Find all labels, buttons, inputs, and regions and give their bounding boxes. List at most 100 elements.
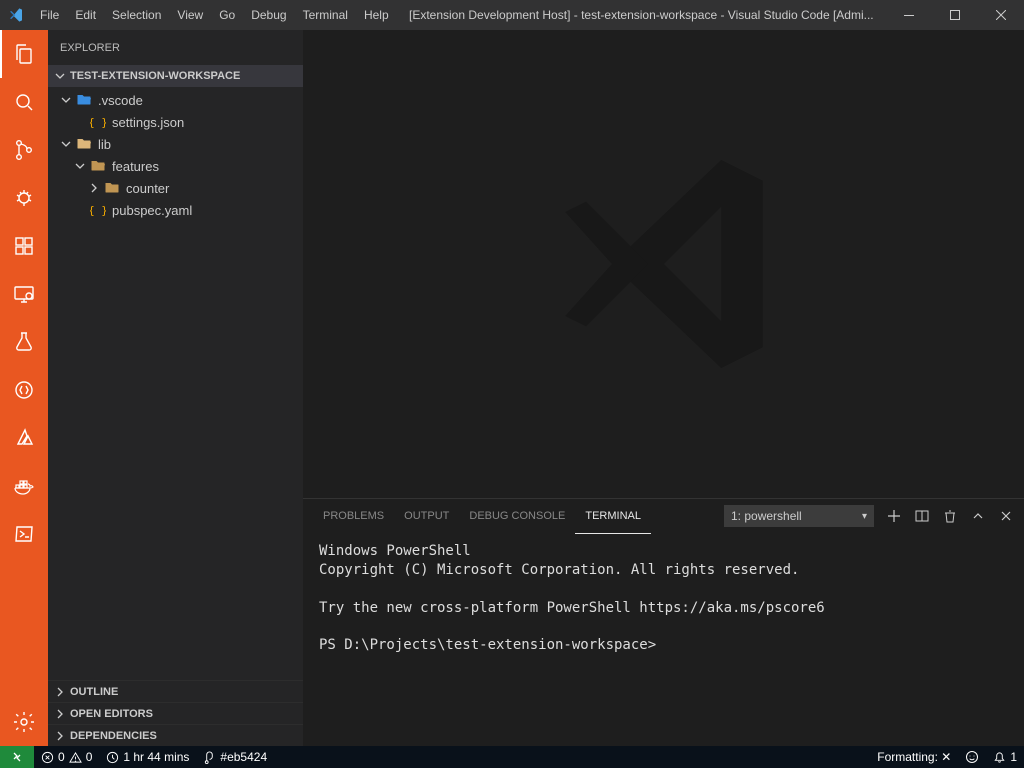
editor-area: PROBLEMS OUTPUT DEBUG CONSOLE TERMINAL 1… (303, 30, 1024, 746)
menu-debug[interactable]: Debug (243, 0, 294, 30)
activity-extensions[interactable] (0, 222, 48, 270)
menu-help[interactable]: Help (356, 0, 397, 30)
chevron-right-icon (52, 706, 68, 722)
panel-close-button[interactable] (998, 508, 1014, 524)
chevron-down-icon (52, 68, 68, 84)
section-label: OPEN EDITORS (70, 708, 153, 720)
menu-terminal[interactable]: Terminal (295, 0, 356, 30)
maximize-button[interactable] (932, 0, 978, 30)
new-terminal-button[interactable] (886, 508, 902, 524)
twist-spacer (72, 114, 88, 130)
menu-bar: File Edit Selection View Go Debug Termin… (32, 0, 397, 30)
folder-icon (90, 158, 106, 174)
chevron-down-icon (58, 136, 74, 152)
activity-explorer[interactable] (0, 30, 48, 78)
tree-row[interactable]: lib (48, 133, 303, 155)
chevron-down-icon (58, 92, 74, 108)
twist-spacer (72, 202, 88, 218)
menu-file[interactable]: File (32, 0, 67, 30)
status-feedback[interactable] (958, 746, 986, 768)
activity-settings[interactable] (0, 698, 48, 746)
terminal-selector[interactable]: 1: powershell (724, 505, 874, 527)
status-formatting-label: Formatting: ✕ (877, 750, 951, 764)
status-formatting[interactable]: Formatting: ✕ (870, 746, 958, 768)
remote-indicator[interactable] (0, 746, 34, 768)
file-tree: .vscode { } settings.jsonlibfeatures counte… (48, 87, 303, 680)
activity-sql[interactable] (0, 366, 48, 414)
bottom-panel: PROBLEMS OUTPUT DEBUG CONSOLE TERMINAL 1… (303, 498, 1024, 746)
vscode-watermark-icon (534, 134, 794, 394)
terminal-selector-label: 1: powershell (731, 509, 802, 523)
split-terminal-button[interactable] (914, 508, 930, 524)
chevron-right-icon (52, 684, 68, 700)
window-controls (886, 0, 1024, 30)
section-label: DEPENDENCIES (70, 730, 157, 742)
panel-maximize-button[interactable] (970, 508, 986, 524)
tree-label: .vscode (98, 93, 143, 108)
activity-docker[interactable] (0, 462, 48, 510)
activity-bar (0, 30, 48, 746)
activity-remote-explorer[interactable] (0, 270, 48, 318)
status-problems[interactable]: 0 0 (34, 746, 99, 768)
status-time-label: 1 hr 44 mins (123, 750, 189, 764)
sidebar-title: EXPLORER (48, 30, 303, 65)
status-notification-count: 1 (1010, 750, 1017, 764)
activity-test[interactable] (0, 318, 48, 366)
editor-watermark (303, 30, 1024, 498)
status-error-count: 0 (58, 750, 65, 764)
sidebar-section-open-editors[interactable]: OPEN EDITORS (48, 702, 303, 724)
panel-tab-terminal[interactable]: TERMINAL (575, 499, 651, 534)
tree-label: features (112, 159, 159, 174)
tree-row[interactable]: { } pubspec.yaml (48, 199, 303, 221)
folder-icon (76, 136, 92, 152)
sidebar-section-outline[interactable]: OUTLINE (48, 680, 303, 702)
activity-azure[interactable] (0, 414, 48, 462)
main-area: EXPLORER TEST-EXTENSION-WORKSPACE .vscod… (0, 30, 1024, 746)
menu-go[interactable]: Go (211, 0, 243, 30)
activity-run-debug[interactable] (0, 174, 48, 222)
tree-row[interactable]: { } settings.json (48, 111, 303, 133)
status-branch-label: #eb5424 (220, 750, 267, 764)
panel-tab-bar: PROBLEMS OUTPUT DEBUG CONSOLE TERMINAL 1… (303, 499, 1024, 534)
menu-edit[interactable]: Edit (67, 0, 104, 30)
activity-source-control[interactable] (0, 126, 48, 174)
tree-label: pubspec.yaml (112, 203, 192, 218)
sidebar-workspace-header[interactable]: TEST-EXTENSION-WORKSPACE (48, 65, 303, 87)
tree-label: lib (98, 137, 111, 152)
yaml-icon: { } (90, 202, 106, 218)
sidebar-section-dependencies[interactable]: DEPENDENCIES (48, 724, 303, 746)
activity-powershell[interactable] (0, 510, 48, 558)
status-warning-count: 0 (86, 750, 93, 764)
title-bar: File Edit Selection View Go Debug Termin… (0, 0, 1024, 30)
kill-terminal-button[interactable] (942, 508, 958, 524)
menu-selection[interactable]: Selection (104, 0, 169, 30)
svg-text:{ }: { } (90, 116, 106, 129)
section-label: OUTLINE (70, 686, 118, 698)
sidebar: EXPLORER TEST-EXTENSION-WORKSPACE .vscod… (48, 30, 303, 746)
status-branch[interactable]: #eb5424 (196, 746, 274, 768)
tree-label: settings.json (112, 115, 184, 130)
status-time[interactable]: 1 hr 44 mins (99, 746, 196, 768)
minimize-button[interactable] (886, 0, 932, 30)
chevron-right-icon (52, 728, 68, 744)
close-button[interactable] (978, 0, 1024, 30)
activity-search[interactable] (0, 78, 48, 126)
svg-text:{ }: { } (90, 204, 106, 217)
window-title: [Extension Development Host] - test-exte… (397, 8, 886, 22)
status-notifications[interactable]: 1 (986, 746, 1024, 768)
json-icon: { } (90, 114, 106, 130)
panel-tab-problems[interactable]: PROBLEMS (313, 499, 394, 534)
status-bar: 0 0 1 hr 44 mins #eb5424 Formatting: ✕ 1 (0, 746, 1024, 768)
chevron-right-icon (86, 180, 102, 196)
panel-tab-debug-console[interactable]: DEBUG CONSOLE (459, 499, 575, 534)
tree-row[interactable]: counter (48, 177, 303, 199)
chevron-down-icon (72, 158, 88, 174)
folder-icon (104, 180, 120, 196)
folder-icon (76, 92, 92, 108)
menu-view[interactable]: View (169, 0, 211, 30)
tree-row[interactable]: .vscode (48, 89, 303, 111)
panel-tab-output[interactable]: OUTPUT (394, 499, 459, 534)
vscode-logo-icon (8, 7, 24, 23)
terminal-output[interactable]: Windows PowerShell Copyright (C) Microso… (303, 534, 1024, 746)
tree-row[interactable]: features (48, 155, 303, 177)
